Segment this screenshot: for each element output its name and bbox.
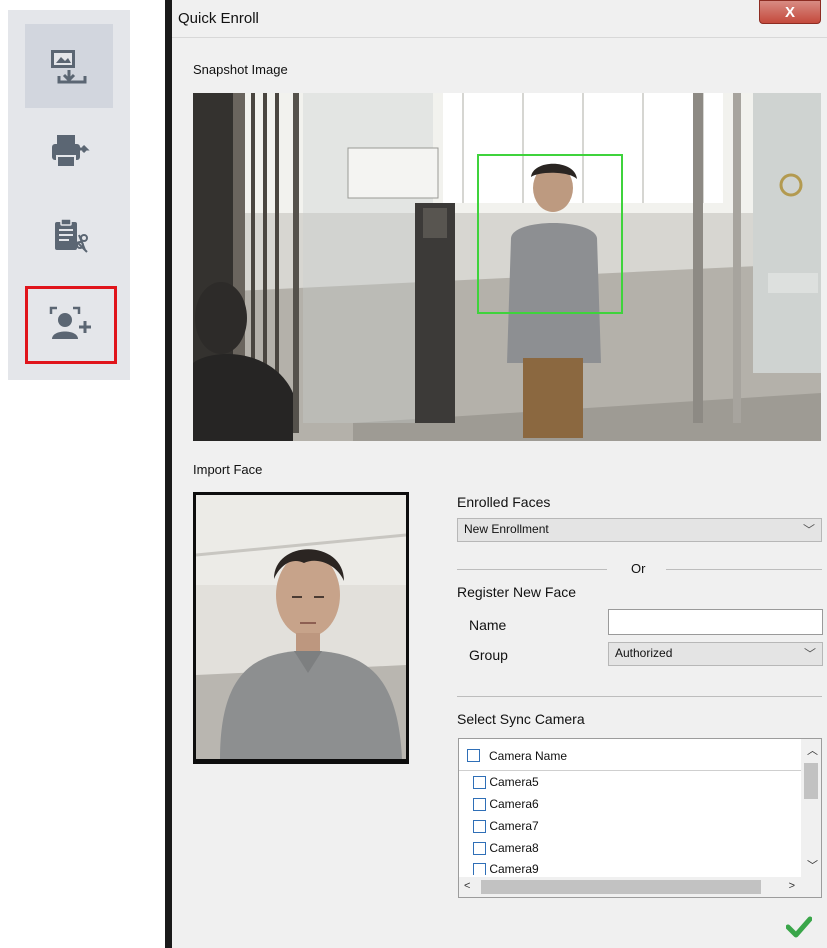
scroll-down-icon[interactable]: ﹀ <box>807 857 818 873</box>
clipboard-cut-icon <box>55 218 88 253</box>
section-divider <box>457 696 822 697</box>
scroll-left-icon[interactable]: < <box>464 880 470 892</box>
snapshot-image <box>193 93 821 441</box>
name-input[interactable] <box>608 609 823 635</box>
group-value: Authorized <box>615 646 673 660</box>
enrolled-faces-value: New Enrollment <box>464 522 549 536</box>
fax-printer-icon <box>52 135 90 168</box>
quick-enroll-button[interactable] <box>25 286 117 364</box>
sync-camera-label: Select Sync Camera <box>457 711 585 727</box>
horizontal-scrollbar[interactable]: < > <box>459 877 801 897</box>
enrolled-faces-select[interactable]: New Enrollment ﹀ <box>457 518 822 542</box>
camera-checkbox[interactable] <box>473 798 486 812</box>
list-item: Camera6 <box>473 797 539 812</box>
group-label: Group <box>469 647 508 663</box>
list-item: Camera9 <box>473 862 539 875</box>
camera-checkbox[interactable] <box>473 863 486 875</box>
dialog-title: Quick Enroll <box>178 10 259 27</box>
close-icon: X <box>784 3 795 21</box>
divider-right <box>666 569 822 570</box>
camera-checkbox[interactable] <box>473 776 486 790</box>
chevron-down-icon: ﹀ <box>803 647 816 661</box>
import-face-label: Import Face <box>193 462 263 477</box>
list-item: Camera5 <box>473 775 539 790</box>
camera-checkbox[interactable] <box>473 820 486 834</box>
download-image-button[interactable] <box>25 24 113 108</box>
camera-name-header: Camera Name <box>489 749 568 763</box>
camera-list-header: Camera Name <box>459 739 801 771</box>
snapshot-label: Snapshot Image <box>193 62 288 77</box>
image-download-icon <box>51 50 87 84</box>
name-label: Name <box>469 617 507 633</box>
fax-button[interactable] <box>25 109 113 193</box>
enrolled-faces-label: Enrolled Faces <box>457 494 551 510</box>
title-bar: Quick Enroll X <box>172 0 827 38</box>
scroll-up-icon[interactable]: ︿ <box>807 742 818 758</box>
or-label: Or <box>631 561 646 576</box>
camera-checkbox[interactable] <box>473 842 486 856</box>
group-select[interactable]: Authorized ﹀ <box>608 642 823 666</box>
clipboard-cut-button[interactable] <box>25 194 113 278</box>
import-face-image <box>193 492 409 764</box>
close-button[interactable]: X <box>759 0 821 24</box>
chevron-down-icon: ﹀ <box>802 523 815 537</box>
face-enroll-icon <box>49 306 91 339</box>
register-new-face-label: Register New Face <box>457 584 577 600</box>
side-toolbar <box>8 10 130 380</box>
camera-list: Camera Name Camera5 Camera6 Camera7 Came… <box>458 738 822 898</box>
scroll-corner <box>801 877 821 897</box>
scroll-right-icon[interactable]: > <box>789 880 795 892</box>
confirm-button[interactable] <box>785 913 813 939</box>
vertical-scrollbar[interactable]: ︿ ﹀ <box>801 739 821 877</box>
list-item: Camera8 <box>473 841 539 856</box>
divider-left <box>457 569 607 570</box>
hscroll-thumb[interactable] <box>481 880 761 894</box>
quick-enroll-dialog: Quick Enroll X Snapshot Image Import Fac… <box>165 0 827 948</box>
list-item: Camera7 <box>473 819 539 834</box>
checkmark-icon <box>785 916 813 938</box>
select-all-checkbox[interactable] <box>467 749 480 762</box>
scroll-thumb[interactable] <box>804 763 818 799</box>
